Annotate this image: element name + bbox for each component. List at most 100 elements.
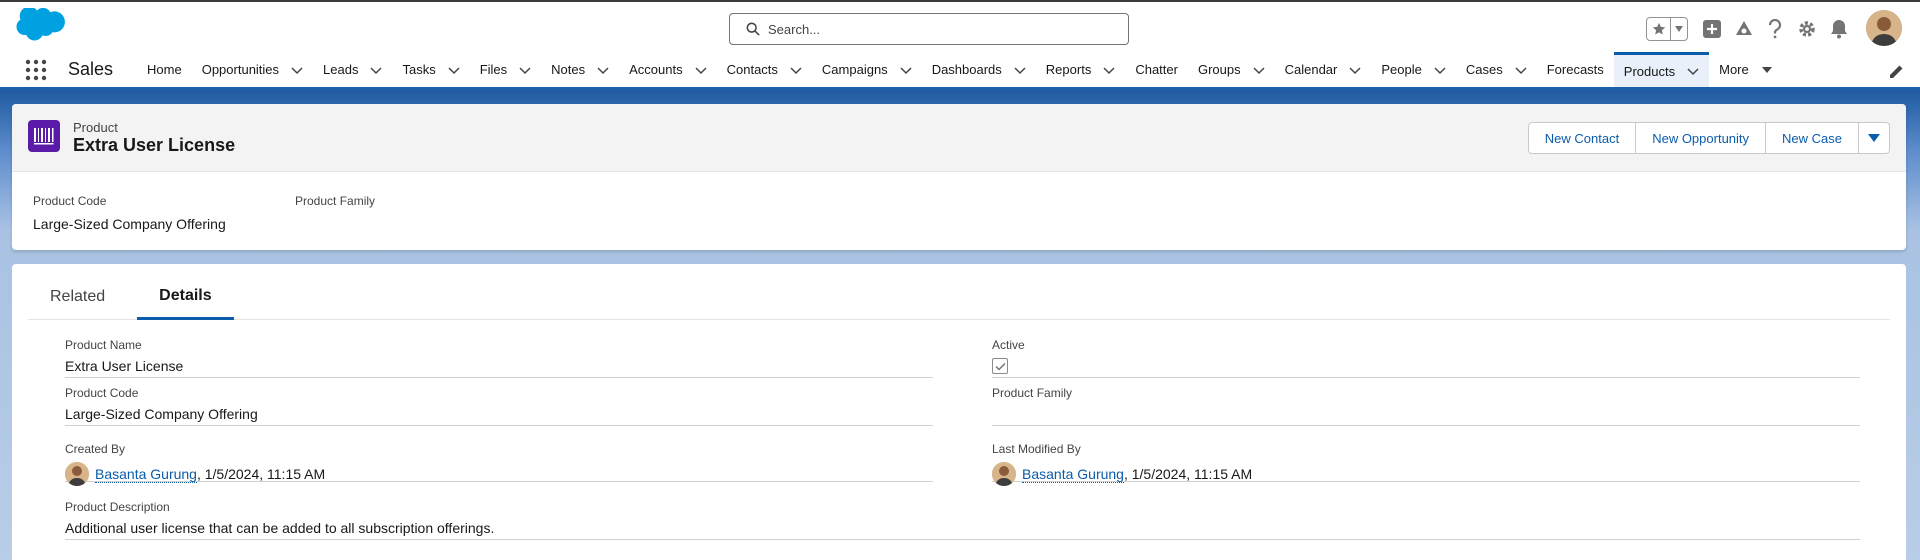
favorites-menu-icon[interactable] <box>1671 18 1687 40</box>
nav-item-more[interactable]: More <box>1709 52 1783 87</box>
field-product-description: Product Description Additional user lice… <box>65 494 1860 540</box>
nav-item-campaigns[interactable]: Campaigns <box>812 52 922 87</box>
nav-item-files[interactable]: Files <box>470 52 541 87</box>
help-icon[interactable] <box>1763 17 1787 41</box>
nav-item-label: More <box>1719 62 1749 77</box>
nav-item-groups[interactable]: Groups <box>1188 52 1275 87</box>
caret-down-icon <box>1761 66 1772 73</box>
nav-item-label: Contacts <box>726 62 778 77</box>
app-launcher-icon[interactable] <box>14 52 58 87</box>
chevron-down-icon[interactable] <box>1349 64 1361 76</box>
chevron-down-icon[interactable] <box>448 64 460 76</box>
nav-item-label: Files <box>479 62 508 77</box>
avatar <box>992 462 1016 486</box>
avatar <box>65 462 89 486</box>
new-case-button[interactable]: New Case <box>1765 122 1859 154</box>
nav-item-label: Leads <box>323 62 359 77</box>
created-by-user-link[interactable]: Basanta Gurung <box>95 466 197 483</box>
nav-item-label: Home <box>147 62 182 77</box>
nav-item-calendar[interactable]: Calendar <box>1275 52 1372 87</box>
nav-item-label: Opportunities <box>201 62 280 77</box>
nav-item-contacts[interactable]: Contacts <box>717 52 812 87</box>
field-value: Large-Sized Company Offering <box>65 406 258 422</box>
chevron-down-icon[interactable] <box>1687 65 1699 77</box>
chevron-down-icon[interactable] <box>1253 64 1265 76</box>
nav-item-label: People <box>1381 62 1422 77</box>
created-by-value: Basanta Gurung , 1/5/2024, 11:15 AM <box>65 462 325 486</box>
record-highlights-panel: Product Extra User License New Contact N… <box>12 104 1906 250</box>
edit-nav-pencil-icon[interactable] <box>1888 64 1904 80</box>
chevron-down-icon[interactable] <box>1434 64 1446 76</box>
nav-item-home[interactable]: Home <box>137 52 192 87</box>
chevron-down-icon[interactable] <box>1103 64 1115 76</box>
global-actions-icon[interactable] <box>1700 17 1724 41</box>
chevron-down-icon[interactable] <box>1014 64 1026 76</box>
nav-item-label: Cases <box>1465 62 1503 77</box>
global-search[interactable] <box>729 13 1129 45</box>
field-created-by: Created By Basanta Gurung , 1/5/2024, 11… <box>65 436 933 486</box>
chevron-down-icon[interactable] <box>519 64 531 76</box>
object-type-label: Product <box>73 120 118 135</box>
field-product-family: Product Family <box>992 380 1860 426</box>
chevron-down-icon[interactable] <box>291 64 303 76</box>
field-label: Product Description <box>65 500 170 514</box>
field-label: Created By <box>65 442 126 456</box>
favorites-group <box>1646 17 1688 41</box>
nav-item-label: Products <box>1623 63 1676 79</box>
field-product-code: Product Code Large-Sized Company Offerin… <box>65 380 933 426</box>
nav-item-cases[interactable]: Cases <box>1456 52 1537 87</box>
field-label: Active <box>992 338 1025 352</box>
field-value: Extra User License <box>65 358 184 374</box>
modified-by-user-link[interactable]: Basanta Gurung <box>1022 466 1124 483</box>
chevron-down-icon[interactable] <box>900 64 912 76</box>
salesforce-logo[interactable] <box>14 8 74 50</box>
nav-item-forecasts[interactable]: Forecasts <box>1537 52 1614 87</box>
chevron-down-icon[interactable] <box>370 64 382 76</box>
nav-item-label: Tasks <box>402 62 436 77</box>
tab-related[interactable]: Related <box>28 274 127 320</box>
more-actions-button[interactable] <box>1858 122 1890 154</box>
highlight-label: Product Family <box>295 194 376 208</box>
nav-item-label: Calendar <box>1284 62 1338 77</box>
nav-item-label: Accounts <box>629 62 683 77</box>
app-name: Sales <box>68 59 114 79</box>
nav-item-products[interactable]: Products <box>1613 52 1710 87</box>
user-avatar[interactable] <box>1866 10 1902 46</box>
highlight-product-family: Product Family <box>295 194 375 216</box>
search-input[interactable] <box>768 21 1098 37</box>
setup-gear-icon[interactable] <box>1795 17 1819 41</box>
record-tabs: Related Details <box>28 274 1890 320</box>
highlight-value: Large-Sized Company Offering <box>33 216 226 232</box>
field-product-name: Product Name Extra User License <box>65 332 933 378</box>
highlights-header: Product Extra User License New Contact N… <box>12 104 1906 172</box>
nav-item-label: Dashboards <box>931 62 1002 77</box>
modified-by-value: Basanta Gurung , 1/5/2024, 11:15 AM <box>992 462 1252 486</box>
field-value: Additional user license that can be adde… <box>65 520 495 536</box>
chevron-down-icon[interactable] <box>1515 64 1527 76</box>
chevron-down-icon[interactable] <box>597 64 609 76</box>
search-icon <box>746 22 760 36</box>
nav-item-chatter[interactable]: Chatter <box>1125 52 1188 87</box>
highlight-label: Product Code <box>33 194 107 208</box>
nav-item-label: Reports <box>1045 62 1092 77</box>
nav-item-notes[interactable]: Notes <box>541 52 619 87</box>
nav-item-dashboards[interactable]: Dashboards <box>922 52 1036 87</box>
nav-item-leads[interactable]: Leads <box>313 52 392 87</box>
nav-item-people[interactable]: People <box>1371 52 1455 87</box>
nav-item-tasks[interactable]: Tasks <box>392 52 469 87</box>
nav-item-opportunities[interactable]: Opportunities <box>192 52 313 87</box>
tab-details[interactable]: Details <box>137 274 234 320</box>
product-barcode-icon <box>28 120 60 152</box>
record-title: Extra User License <box>73 135 236 155</box>
new-contact-button[interactable]: New Contact <box>1527 122 1637 154</box>
field-label: Product Code <box>65 386 139 400</box>
nav-item-reports[interactable]: Reports <box>1036 52 1126 87</box>
chevron-down-icon[interactable] <box>790 64 802 76</box>
trailhead-icon[interactable] <box>1732 17 1756 41</box>
chevron-down-icon[interactable] <box>695 64 707 76</box>
nav-item-accounts[interactable]: Accounts <box>619 52 716 87</box>
notifications-bell-icon[interactable] <box>1827 17 1851 41</box>
global-header <box>0 0 1920 52</box>
new-opportunity-button[interactable]: New Opportunity <box>1635 122 1767 154</box>
favorites-star-icon[interactable] <box>1647 18 1671 40</box>
